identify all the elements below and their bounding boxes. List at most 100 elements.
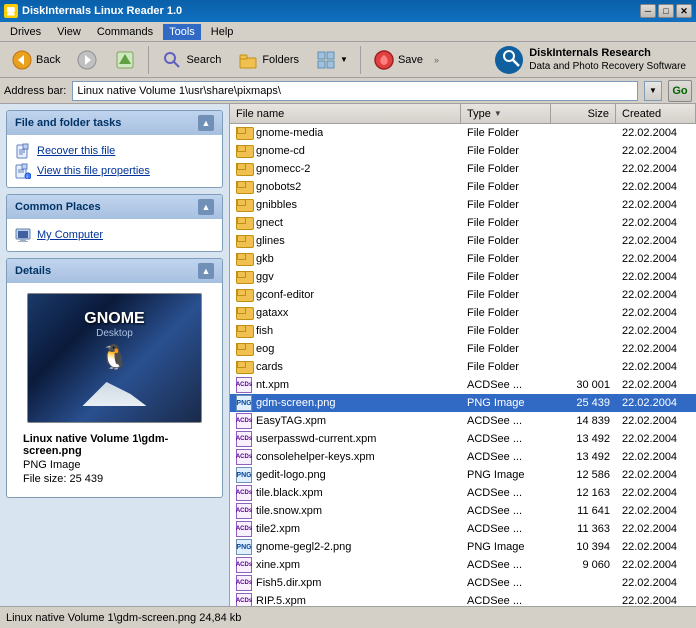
table-row[interactable]: gnomecc-2 File Folder 22.02.2004 bbox=[230, 160, 696, 178]
up-button[interactable] bbox=[107, 45, 143, 75]
file-size-cell: 30 001 bbox=[551, 379, 616, 391]
folders-label: Folders bbox=[262, 54, 299, 66]
table-row[interactable]: fish File Folder 22.02.2004 bbox=[230, 322, 696, 340]
col-header-name[interactable]: File name bbox=[230, 104, 461, 123]
view-dropdown[interactable]: ▼ bbox=[340, 55, 348, 64]
table-row[interactable]: cards File Folder 22.02.2004 bbox=[230, 358, 696, 376]
window-title: DiskInternals Linux Reader 1.0 bbox=[22, 5, 182, 17]
details-collapse[interactable]: ▲ bbox=[198, 263, 214, 279]
recover-file-item[interactable]: Recover this file bbox=[15, 141, 214, 161]
menu-help[interactable]: Help bbox=[205, 24, 240, 40]
address-input[interactable] bbox=[72, 81, 638, 101]
menu-commands[interactable]: Commands bbox=[91, 24, 159, 40]
table-row[interactable]: glines File Folder 22.02.2004 bbox=[230, 232, 696, 250]
file-name-text: consolehelper-keys.xpm bbox=[256, 451, 375, 463]
file-icon: ACDs bbox=[236, 449, 252, 465]
minimize-button[interactable]: ─ bbox=[640, 4, 656, 18]
common-places-panel: Common Places ▲ My Computer bbox=[6, 194, 223, 252]
file-list-area: File name Type ▼ Size Created gnome-medi… bbox=[230, 104, 696, 606]
table-row[interactable]: ACDs Fish5.dir.xpm ACDSee ... 22.02.2004 bbox=[230, 574, 696, 592]
file-type-cell: PNG Image bbox=[461, 541, 551, 553]
common-places-header[interactable]: Common Places ▲ bbox=[7, 195, 222, 219]
file-created-cell: 22.02.2004 bbox=[616, 433, 696, 445]
file-folder-tasks-header[interactable]: File and folder tasks ▲ bbox=[7, 111, 222, 135]
table-row[interactable]: ACDs userpasswd-current.xpm ACDSee ... 1… bbox=[230, 430, 696, 448]
maximize-button[interactable]: □ bbox=[658, 4, 674, 18]
file-type-cell: File Folder bbox=[461, 217, 551, 229]
table-row[interactable]: gnome-cd File Folder 22.02.2004 bbox=[230, 142, 696, 160]
table-row[interactable]: gnobots2 File Folder 22.02.2004 bbox=[230, 178, 696, 196]
file-list-header: File name Type ▼ Size Created bbox=[230, 104, 696, 124]
col-header-type[interactable]: Type ▼ bbox=[461, 104, 551, 123]
toolbar-more[interactable]: » bbox=[432, 53, 441, 67]
table-row[interactable]: ACDs tile.black.xpm ACDSee ... 12 163 22… bbox=[230, 484, 696, 502]
png-icon: PNG bbox=[236, 467, 252, 483]
table-row[interactable]: gnect File Folder 22.02.2004 bbox=[230, 214, 696, 232]
col-header-created[interactable]: Created bbox=[616, 104, 696, 123]
title-bar: 🖥 DiskInternals Linux Reader 1.0 ─ □ ✕ bbox=[0, 0, 696, 22]
view-properties-item[interactable]: i View this file properties bbox=[15, 161, 214, 181]
properties-icon: i bbox=[15, 163, 31, 179]
go-button[interactable]: Go bbox=[668, 80, 692, 102]
table-row[interactable]: PNG gedit-logo.png PNG Image 12 586 22.0… bbox=[230, 466, 696, 484]
details-header[interactable]: Details ▲ bbox=[7, 259, 222, 283]
file-created-cell: 22.02.2004 bbox=[616, 577, 696, 589]
col-header-size[interactable]: Size bbox=[551, 104, 616, 123]
file-type-cell: ACDSee ... bbox=[461, 451, 551, 463]
folder-icon bbox=[236, 325, 252, 338]
file-type-cell: ACDSee ... bbox=[461, 415, 551, 427]
table-row[interactable]: gnibbles File Folder 22.02.2004 bbox=[230, 196, 696, 214]
search-button[interactable]: Search bbox=[154, 45, 228, 75]
my-computer-item[interactable]: My Computer bbox=[15, 225, 214, 245]
table-row[interactable]: PNG gdm-screen.png PNG Image 25 439 22.0… bbox=[230, 394, 696, 412]
file-name-text: xine.xpm bbox=[256, 559, 300, 571]
file-folder-tasks-collapse[interactable]: ▲ bbox=[198, 115, 214, 131]
table-row[interactable]: ACDs EasyTAG.xpm ACDSee ... 14 839 22.02… bbox=[230, 412, 696, 430]
file-created-cell: 22.02.2004 bbox=[616, 181, 696, 193]
table-row[interactable]: PNG gnome-gegl2-2.png PNG Image 10 394 2… bbox=[230, 538, 696, 556]
view-button[interactable]: ▼ bbox=[308, 45, 355, 75]
file-type-cell: ACDSee ... bbox=[461, 523, 551, 535]
menu-tools[interactable]: Tools bbox=[163, 24, 201, 40]
close-button[interactable]: ✕ bbox=[676, 4, 692, 18]
view-properties-label: View this file properties bbox=[37, 165, 150, 177]
forward-button[interactable] bbox=[69, 45, 105, 75]
main-area: File and folder tasks ▲ Recover this fil… bbox=[0, 104, 696, 606]
table-row[interactable]: gnome-media File Folder 22.02.2004 bbox=[230, 124, 696, 142]
address-dropdown[interactable]: ▼ bbox=[644, 81, 662, 101]
common-places-collapse[interactable]: ▲ bbox=[198, 199, 214, 215]
file-icon: ACDs bbox=[236, 575, 252, 591]
file-type-cell: File Folder bbox=[461, 163, 551, 175]
file-name-text: gconf-editor bbox=[256, 289, 314, 301]
table-row[interactable]: eog File Folder 22.02.2004 bbox=[230, 340, 696, 358]
sort-icon: ▼ bbox=[494, 109, 502, 118]
file-created-cell: 22.02.2004 bbox=[616, 271, 696, 283]
brand-icon bbox=[495, 46, 523, 74]
back-button[interactable]: Back bbox=[4, 45, 67, 75]
table-row[interactable]: ACDs RIP.5.xpm ACDSee ... 22.02.2004 bbox=[230, 592, 696, 606]
file-name-text: nt.xpm bbox=[256, 379, 289, 391]
menu-drives[interactable]: Drives bbox=[4, 24, 47, 40]
file-type-cell: ACDSee ... bbox=[461, 559, 551, 571]
file-type-cell: ACDSee ... bbox=[461, 505, 551, 517]
table-row[interactable]: ACDs tile2.xpm ACDSee ... 11 363 22.02.2… bbox=[230, 520, 696, 538]
branding-area: DiskInternals Research Data and Photo Re… bbox=[489, 44, 692, 76]
save-button[interactable]: Save bbox=[366, 45, 430, 75]
status-bar: Linux native Volume 1\gdm-screen.png 24,… bbox=[0, 606, 696, 628]
file-name-text: ggv bbox=[256, 271, 274, 283]
table-row[interactable]: gkb File Folder 22.02.2004 bbox=[230, 250, 696, 268]
details-content: GNOME Desktop 🐧 Linux native Volume 1\gd… bbox=[7, 283, 222, 497]
table-row[interactable]: ACDs nt.xpm ACDSee ... 30 001 22.02.2004 bbox=[230, 376, 696, 394]
file-created-cell: 22.02.2004 bbox=[616, 253, 696, 265]
folders-button[interactable]: Folders bbox=[230, 45, 306, 75]
table-row[interactable]: ACDs tile.snow.xpm ACDSee ... 11 641 22.… bbox=[230, 502, 696, 520]
table-row[interactable]: ACDs xine.xpm ACDSee ... 9 060 22.02.200… bbox=[230, 556, 696, 574]
file-created-cell: 22.02.2004 bbox=[616, 307, 696, 319]
table-row[interactable]: gataxx File Folder 22.02.2004 bbox=[230, 304, 696, 322]
file-size-cell: 25 439 bbox=[551, 397, 616, 409]
table-row[interactable]: ggv File Folder 22.02.2004 bbox=[230, 268, 696, 286]
table-row[interactable]: ACDs consolehelper-keys.xpm ACDSee ... 1… bbox=[230, 448, 696, 466]
file-size-cell: 14 839 bbox=[551, 415, 616, 427]
table-row[interactable]: gconf-editor File Folder 22.02.2004 bbox=[230, 286, 696, 304]
menu-view[interactable]: View bbox=[51, 24, 87, 40]
